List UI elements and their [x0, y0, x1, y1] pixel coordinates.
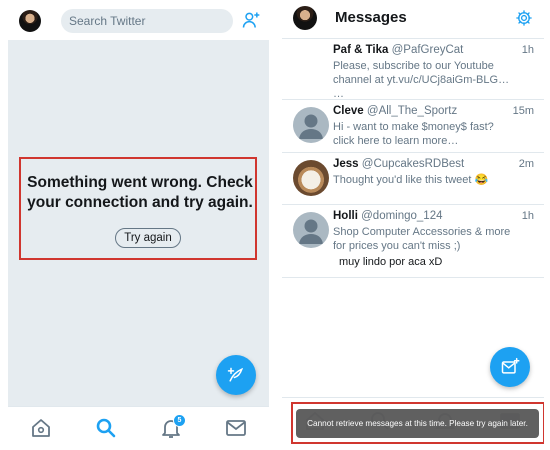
message-time: 1h: [521, 44, 534, 56]
message-time: 1h: [521, 210, 534, 222]
error-panel: Something went wrong. Check your connect…: [19, 157, 257, 260]
message-preview: Thought you'd like this tweet 😂: [333, 174, 489, 186]
settings-gear-icon[interactable]: [515, 9, 533, 27]
sender-line: Holli @domingo_124: [333, 210, 443, 222]
sender-line: Cleve @All_The_Sportz: [333, 105, 457, 117]
add-user-icon[interactable]: [241, 10, 261, 30]
sender-handle: @PafGreyCat: [391, 44, 464, 56]
messages-screen: Messages Paf & Tika @PafGreyCat 1h Pleas…: [282, 0, 544, 450]
default-avatar: [293, 107, 329, 143]
error-message: Something went wrong. Check your connect…: [27, 174, 253, 211]
message-preview: Please, subscribe to our Youtube channel…: [333, 60, 510, 100]
sender-handle: @domingo_124: [361, 210, 443, 222]
compose-tweet-button[interactable]: [216, 355, 256, 395]
profile-avatar[interactable]: [19, 10, 41, 32]
message-extra-line: muy lindo por aca xD: [339, 256, 443, 268]
sender-line: Paf & Tika @PafGreyCat: [333, 44, 463, 56]
default-user-icon: [299, 219, 323, 244]
compose-tweet-icon: [227, 367, 244, 382]
cupcake-avatar: [293, 160, 329, 196]
error-toast: Cannot retrieve messages at this time. P…: [296, 409, 539, 438]
search-placeholder: Search Twitter: [69, 14, 146, 28]
mail-icon[interactable]: [224, 416, 248, 440]
message-item[interactable]: Cleve @All_The_Sportz 15m Hi - want to m…: [282, 99, 544, 153]
search-input[interactable]: Search Twitter: [61, 9, 233, 33]
message-preview: Hi - want to make $money$ fast? click he…: [333, 121, 494, 147]
new-message-button[interactable]: [490, 347, 530, 387]
search-icon[interactable]: [94, 416, 118, 440]
explore-screen: Search Twitter Something went wrong. Che…: [8, 0, 269, 450]
home-icon[interactable]: [29, 416, 53, 440]
new-message-icon: [501, 357, 520, 374]
sender-handle: @All_The_Sportz: [366, 105, 458, 117]
sender-line: Jess @CupcakesRDBest: [333, 158, 464, 170]
messages-header: [282, 0, 544, 39]
bottom-nav: 5: [8, 406, 269, 450]
sender-name: Holli: [333, 210, 358, 222]
message-preview: Shop Computer Accessories & more for pri…: [333, 226, 511, 252]
message-item[interactable]: Holli @domingo_124 1h Shop Computer Acce…: [282, 204, 544, 278]
sender-handle: @CupcakesRDBest: [361, 158, 465, 170]
default-user-icon: [299, 114, 323, 139]
try-again-button[interactable]: Try again: [115, 228, 181, 248]
sender-name: Cleve: [333, 105, 364, 117]
message-item[interactable]: Jess @CupcakesRDBest 2m Thought you'd li…: [282, 152, 544, 205]
page-title: Messages: [335, 9, 407, 26]
default-avatar: [293, 212, 329, 248]
message-item[interactable]: Paf & Tika @PafGreyCat 1h Please, subscr…: [282, 38, 544, 100]
sender-name: Paf & Tika: [333, 44, 389, 56]
sender-name: Jess: [333, 158, 359, 170]
message-time: 2m: [518, 158, 534, 170]
notification-badge: 5: [173, 414, 186, 427]
profile-avatar[interactable]: [293, 6, 317, 30]
message-time: 15m: [512, 105, 534, 117]
